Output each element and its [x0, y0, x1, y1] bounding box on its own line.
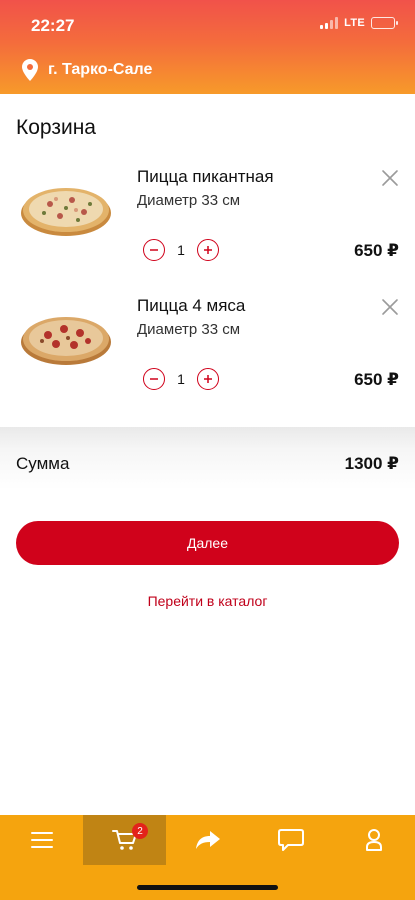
item-description: Диаметр 33 см: [137, 192, 241, 209]
network-label: LTE: [344, 17, 365, 29]
nav-profile[interactable]: [332, 815, 415, 865]
cart-badge: 2: [132, 823, 148, 839]
location-label: г. Тарко-Сале: [48, 61, 153, 78]
minus-icon: [150, 249, 158, 251]
catalog-link[interactable]: Перейти в каталог: [0, 593, 415, 609]
item-price: 650 ₽: [354, 370, 399, 389]
location-pin-icon: [22, 59, 38, 81]
item-name: Пицца 4 мяса: [137, 296, 246, 315]
status-time: 22:27: [31, 16, 75, 35]
quantity-stepper: 1: [143, 368, 219, 390]
menu-icon: [30, 832, 53, 848]
quantity-value: 1: [177, 371, 185, 387]
close-icon[interactable]: [380, 168, 400, 188]
nav-share[interactable]: [166, 815, 249, 865]
nav-chat[interactable]: [249, 815, 332, 865]
minus-icon: [150, 378, 158, 380]
battery-icon: [371, 17, 398, 29]
nav-menu[interactable]: [0, 815, 83, 865]
chat-icon: [277, 829, 304, 851]
increase-button[interactable]: [197, 368, 219, 390]
pizza-image: [21, 188, 111, 236]
increase-button[interactable]: [197, 239, 219, 261]
profile-icon: [365, 829, 382, 851]
home-indicator: [137, 885, 278, 890]
item-price: 650 ₽: [354, 241, 399, 260]
close-icon[interactable]: [380, 297, 400, 317]
item-name: Пицца пикантная: [137, 167, 274, 186]
share-icon: [195, 831, 220, 849]
decrease-button[interactable]: [143, 368, 165, 390]
signal-icon: [320, 17, 339, 29]
decrease-button[interactable]: [143, 239, 165, 261]
summary-row: Сумма 1300 ₽: [0, 427, 415, 517]
item-description: Диаметр 33 см: [137, 321, 241, 338]
location-selector[interactable]: г. Тарко-Сале: [22, 59, 152, 81]
cart-item: Пицца пикантная Диаметр 33 см 1 650 ₽: [0, 160, 415, 280]
nav-cart[interactable]: 2: [83, 815, 166, 865]
quantity-stepper: 1: [143, 239, 219, 261]
plus-icon: [204, 246, 212, 254]
app-header: 22:27 LTE г. Тарко-Сале: [0, 0, 415, 94]
next-button[interactable]: Далее: [16, 521, 399, 565]
quantity-value: 1: [177, 242, 185, 258]
status-indicators: LTE: [320, 17, 398, 29]
plus-icon: [204, 375, 212, 383]
page-title: Корзина: [16, 116, 96, 139]
cart-item: Пицца 4 мяса Диаметр 33 см 1 650 ₽: [0, 289, 415, 409]
summary-value: 1300 ₽: [344, 454, 399, 473]
summary-label: Сумма: [16, 454, 70, 473]
pizza-image: [21, 317, 111, 365]
